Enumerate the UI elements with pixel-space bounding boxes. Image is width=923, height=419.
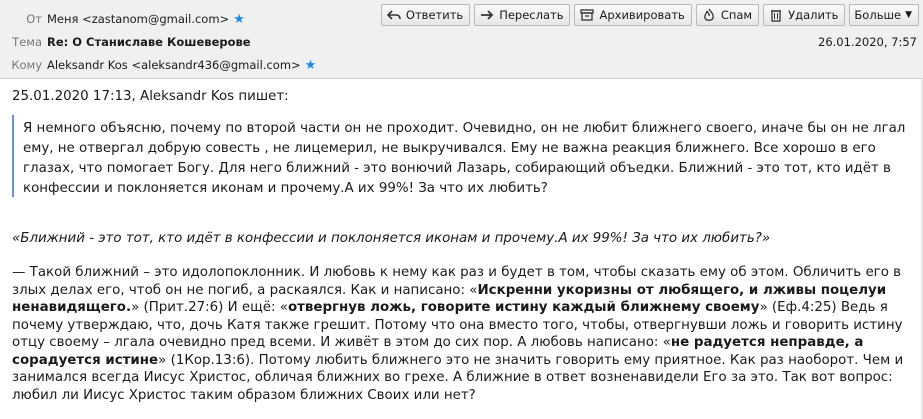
subject-row: Тема Re: О Станиславе Кошеверове (0, 32, 251, 52)
spam-icon (701, 7, 717, 23)
delete-label: Удалить (788, 8, 839, 22)
reply-bold-quote: отвергнув ложь, говорите истину каждый б… (287, 300, 760, 315)
delete-button[interactable]: Удалить (763, 4, 846, 26)
quote-attribution: 25.01.2020 17:13, Aleksandr Kos пишет: (12, 89, 289, 104)
spam-button[interactable]: Спам (695, 4, 760, 26)
subject-value: Re: О Станиславе Кошеверове (47, 35, 251, 49)
message-header: От Меня <zastanom@gmail.com> ★ Тема Re: … (0, 0, 923, 79)
archive-button[interactable]: Архивировать (574, 4, 692, 26)
archive-icon (579, 7, 595, 23)
to-row: Кому Aleksandr Kos <aleksandr436@gmail.c… (0, 55, 316, 75)
reply-text: — Такой ближний – это идолопоклонник. И … (12, 264, 912, 404)
to-value[interactable]: Aleksandr Kos <aleksandr436@gmail.com> (47, 58, 301, 72)
subject-label: Тема (12, 35, 42, 49)
message-toolbar: Ответить Переслать Архивировать Спам Уда… (380, 4, 919, 26)
star-icon[interactable]: ★ (233, 12, 245, 27)
more-label: Больше (854, 8, 902, 22)
delete-icon (768, 7, 784, 23)
message-body: 25.01.2020 17:13, Aleksandr Kos пишет: Я… (0, 79, 923, 419)
to-label: Кому (11, 58, 42, 72)
star-icon[interactable]: ★ (305, 58, 317, 73)
reply-button[interactable]: Ответить (380, 4, 471, 26)
archive-label: Архивировать (599, 8, 685, 22)
chevron-down-icon: ▼ (905, 10, 912, 20)
forward-label: Переслать (499, 8, 564, 22)
forward-icon (479, 7, 495, 23)
italic-quote: «Ближний - это тот, кто идёт в конфессии… (12, 231, 771, 246)
more-button[interactable]: Больше ▼ (849, 4, 919, 26)
from-label: От (26, 12, 42, 26)
reply-label: Ответить (405, 8, 464, 22)
spam-label: Спам (720, 8, 753, 22)
from-row: От Меня <zastanom@gmail.com> ★ (0, 9, 245, 29)
quoted-text: Я немного объясню, почему по второй част… (12, 115, 908, 197)
forward-button[interactable]: Переслать (474, 4, 571, 26)
reply-text-part: » (Прит.27:6) И ещё: « (131, 300, 288, 315)
reply-icon (386, 7, 402, 23)
from-value[interactable]: Меня <zastanom@gmail.com> (47, 12, 229, 26)
message-date: 26.01.2020, 7:57 (818, 35, 917, 49)
